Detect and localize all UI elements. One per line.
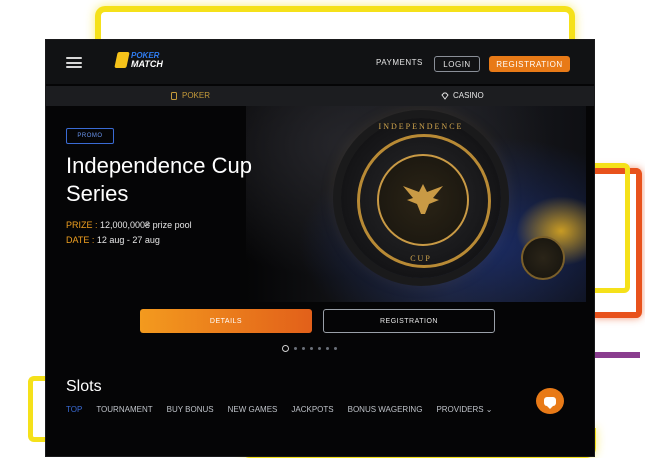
prize-label: PRIZE :: [66, 220, 98, 230]
carousel-dots: [282, 345, 337, 352]
category-tournament[interactable]: TOURNAMENT: [96, 405, 152, 414]
promo-title: Independence Cup Series: [66, 153, 252, 206]
category-providers[interactable]: PROVIDERS ⌄: [436, 405, 492, 414]
logo-mark-icon: [114, 52, 130, 68]
sub-navigation: POKER CASINO: [46, 86, 594, 106]
date-line: DATE : 12 aug - 27 aug: [66, 235, 160, 245]
poker-card-icon: [171, 91, 177, 100]
menu-icon[interactable]: [66, 57, 82, 68]
banner-image: INDEPENDENCE CUP: [246, 106, 586, 302]
eagle-icon: [403, 184, 443, 214]
prize-line: PRIZE : 12,000,000₴ prize pool: [66, 220, 192, 230]
logo[interactable]: POKER MATCH: [114, 52, 163, 69]
carousel-dot[interactable]: [282, 345, 289, 352]
date-label: DATE :: [66, 235, 95, 245]
tab-poker-label: POKER: [182, 91, 211, 100]
promo-tag: PROMO: [66, 128, 114, 144]
chip-text-top: INDEPENDENCE: [378, 122, 464, 131]
promo-registration-button[interactable]: REGISTRATION: [323, 309, 495, 333]
carousel-dot[interactable]: [294, 347, 297, 350]
chat-icon: [544, 396, 556, 409]
payments-link[interactable]: PAYMENTS: [376, 58, 423, 67]
category-buy-bonus[interactable]: BUY BONUS: [167, 405, 214, 414]
small-chip-image: [521, 236, 565, 280]
category-top[interactable]: TOP: [66, 405, 82, 414]
carousel-dot[interactable]: [326, 347, 329, 350]
date-value: 12 aug - 27 aug: [94, 235, 160, 245]
chat-button[interactable]: [536, 388, 564, 414]
carousel-dot[interactable]: [318, 347, 321, 350]
chevron-down-icon: ⌄: [485, 405, 493, 414]
prize-value: 12,000,000₴ prize pool: [97, 220, 192, 230]
registration-button[interactable]: REGISTRATION: [489, 56, 570, 72]
carousel-dot[interactable]: [334, 347, 337, 350]
decorative-bar: [590, 352, 640, 358]
logo-line2: MATCH: [131, 59, 163, 69]
providers-label: PROVIDERS: [436, 405, 484, 414]
top-bar: POKER MATCH PAYMENTS LOGIN REGISTRATION: [46, 40, 594, 84]
app-window: POKER MATCH PAYMENTS LOGIN REGISTRATION …: [46, 40, 594, 456]
diamond-icon: [441, 92, 449, 100]
category-bonus-wagering[interactable]: BONUS WAGERING: [348, 405, 423, 414]
slots-category-tabs: TOP TOURNAMENT BUY BONUS NEW GAMES JACKP…: [66, 405, 493, 414]
category-new-games[interactable]: NEW GAMES: [228, 405, 278, 414]
details-button[interactable]: DETAILS: [140, 309, 312, 333]
carousel-dot[interactable]: [302, 347, 305, 350]
chip-inner: [377, 154, 469, 246]
login-button[interactable]: LOGIN: [434, 56, 480, 72]
chip-text-bottom: CUP: [410, 254, 432, 263]
tab-casino-label: CASINO: [453, 91, 484, 100]
slots-heading: Slots: [66, 378, 102, 395]
poker-chip-image: INDEPENDENCE CUP: [341, 118, 501, 278]
tab-poker[interactable]: POKER: [171, 91, 210, 100]
promo-banner: INDEPENDENCE CUP PROMO Independence Cup …: [46, 106, 594, 302]
category-jackpots[interactable]: JACKPOTS: [291, 405, 333, 414]
tab-casino[interactable]: CASINO: [441, 91, 484, 100]
carousel-dot[interactable]: [310, 347, 313, 350]
